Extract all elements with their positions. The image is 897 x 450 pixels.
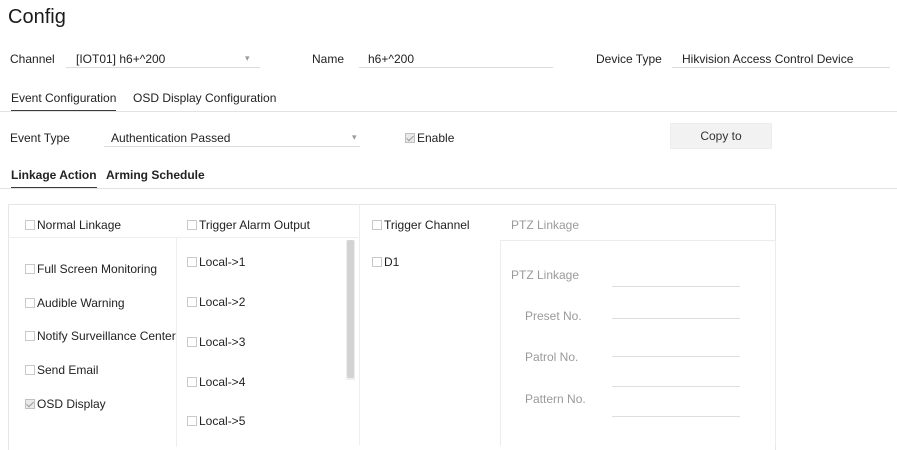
event-type-label: Event Type: [10, 131, 70, 145]
patrol-no-field[interactable]: [612, 334, 740, 357]
checkbox-icon: [187, 297, 197, 307]
checkbox-icon: [405, 133, 415, 143]
device-type-label: Device Type: [596, 52, 662, 66]
checkbox-icon: [187, 337, 197, 347]
event-type-select[interactable]: Authentication Passed ▾: [104, 124, 360, 147]
tab-osd-display-configuration[interactable]: OSD Display Configuration: [133, 91, 276, 105]
page-title: Config: [8, 6, 66, 28]
copy-to-button[interactable]: Copy to: [670, 123, 772, 149]
audible-warning-checkbox[interactable]: Audible Warning: [25, 296, 125, 310]
chevron-down-icon: ▾: [352, 132, 357, 142]
alarm-output-local-4[interactable]: Local->4: [187, 375, 245, 389]
trigger-channel-d1[interactable]: D1: [372, 255, 399, 269]
name-value: h6+^200: [368, 52, 415, 66]
linkage-header-divider: [8, 237, 358, 238]
pattern-no-field-b[interactable]: [612, 394, 740, 417]
checkbox-icon: [25, 365, 35, 375]
trigger-channel-checkbox[interactable]: Trigger Channel: [372, 218, 470, 232]
alarm-output-scrollbar[interactable]: [346, 240, 355, 380]
ptz-linkage-label: PTZ Linkage: [511, 268, 580, 282]
notify-surveillance-center-label: Notify Surveillance Center: [37, 329, 176, 343]
osd-display-checkbox[interactable]: OSD Display: [25, 397, 106, 411]
tab-event-configuration[interactable]: Event Configuration: [11, 91, 117, 112]
preset-no-field[interactable]: [612, 296, 740, 319]
checkbox-icon: [25, 331, 35, 341]
pattern-no-field-a[interactable]: [612, 364, 740, 387]
name-field[interactable]: h6+^200: [359, 45, 553, 68]
tab-linkage-action[interactable]: Linkage Action: [11, 168, 97, 189]
alarm-output-local-1[interactable]: Local->1: [187, 255, 245, 269]
alarm-output-label: Local->5: [199, 414, 246, 428]
checkbox-icon: [25, 298, 35, 308]
channel-value: [IOT01] h6+^200: [76, 52, 166, 66]
pattern-no-label: Pattern No.: [525, 392, 586, 406]
alarm-output-label: Local->4: [199, 375, 246, 389]
chevron-down-icon: ▾: [245, 53, 250, 63]
trigger-channel-item-label: D1: [384, 255, 400, 269]
channel-select[interactable]: [IOT01] h6+^200 ▾: [66, 45, 260, 68]
checkbox-icon: [25, 220, 35, 230]
alarm-output-label: Local->2: [199, 295, 246, 309]
event-type-value: Authentication Passed: [111, 131, 231, 145]
normal-linkage-checkbox[interactable]: Normal Linkage: [25, 218, 121, 232]
checkbox-icon: [187, 257, 197, 267]
trigger-channel-label: Trigger Channel: [384, 218, 470, 232]
device-type-field: Hikvision Access Control Device: [672, 45, 890, 68]
scrollbar-thumb[interactable]: [347, 240, 354, 378]
send-email-label: Send Email: [37, 363, 99, 377]
column-divider: [176, 237, 177, 447]
full-screen-monitoring-label: Full Screen Monitoring: [37, 262, 158, 276]
alarm-output-local-2[interactable]: Local->2: [187, 295, 245, 309]
tab-arming-schedule[interactable]: Arming Schedule: [106, 168, 205, 182]
checkbox-icon: [187, 377, 197, 387]
alarm-output-local-5[interactable]: Local->5: [187, 414, 245, 428]
checkbox-icon: [187, 416, 197, 426]
name-label: Name: [312, 52, 345, 66]
checkbox-icon: [372, 220, 382, 230]
subtab-divider: [0, 188, 897, 189]
tab-divider: [0, 111, 897, 112]
ptz-linkage-header: PTZ Linkage: [511, 218, 580, 232]
ptz-linkage-field[interactable]: [612, 262, 740, 287]
trigger-alarm-output-checkbox[interactable]: Trigger Alarm Output: [187, 218, 310, 232]
checkbox-icon: [372, 257, 382, 267]
normal-linkage-label: Normal Linkage: [37, 218, 122, 232]
send-email-checkbox[interactable]: Send Email: [25, 363, 98, 377]
enable-label: Enable: [417, 131, 455, 145]
audible-warning-label: Audible Warning: [37, 296, 125, 310]
device-type-value: Hikvision Access Control Device: [682, 52, 854, 66]
trigger-alarm-output-label: Trigger Alarm Output: [199, 218, 310, 232]
checkbox-icon: [25, 264, 35, 274]
checkbox-icon: [187, 220, 197, 230]
alarm-output-local-3[interactable]: Local->3: [187, 335, 245, 349]
notify-surveillance-center-checkbox[interactable]: Notify Surveillance Center: [25, 329, 176, 343]
checkbox-icon: [25, 399, 35, 409]
full-screen-monitoring-checkbox[interactable]: Full Screen Monitoring: [25, 262, 157, 276]
preset-no-label: Preset No.: [525, 309, 582, 323]
osd-display-label: OSD Display: [37, 397, 106, 411]
alarm-output-label: Local->1: [199, 255, 246, 269]
enable-checkbox[interactable]: Enable: [405, 131, 454, 145]
alarm-output-label: Local->3: [199, 335, 246, 349]
channel-label: Channel: [10, 52, 55, 66]
column-divider: [359, 205, 360, 445]
patrol-no-label: Patrol No.: [525, 350, 579, 364]
